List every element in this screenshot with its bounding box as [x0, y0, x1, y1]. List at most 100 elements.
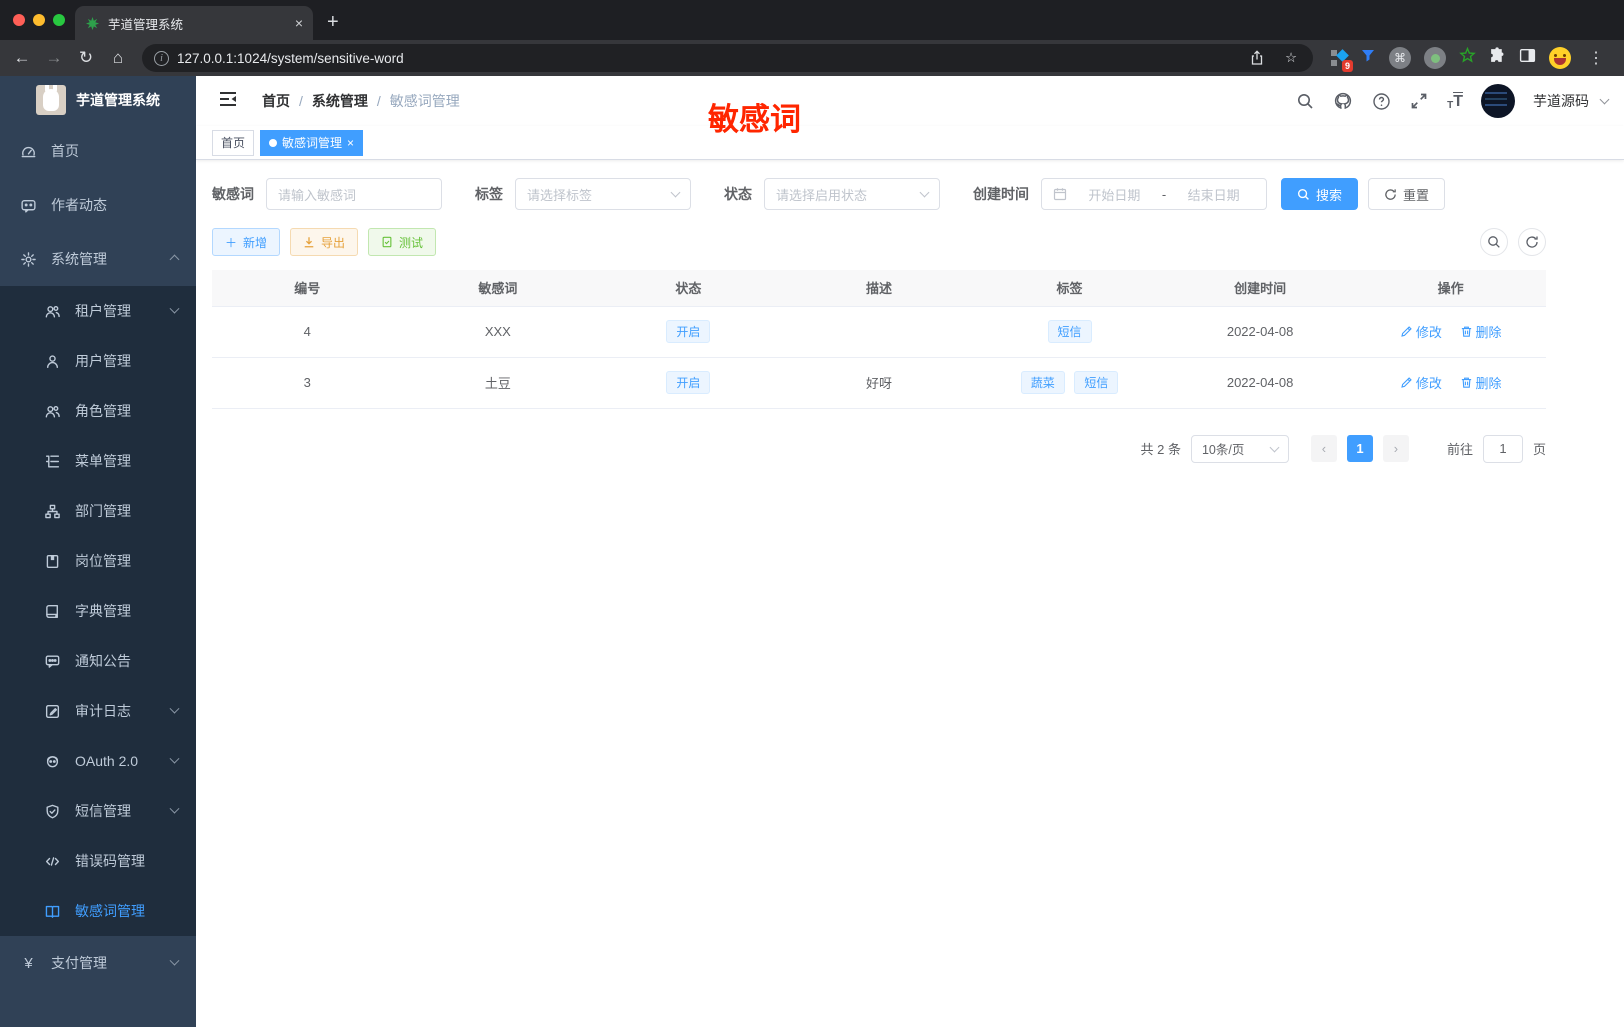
export-button[interactable]: 导出	[290, 228, 359, 256]
fullscreen-icon[interactable]	[1409, 91, 1429, 111]
sidebar-item-home[interactable]: 首页	[0, 124, 196, 178]
command-extension-icon[interactable]: ⌘	[1389, 47, 1411, 69]
status-filter-select[interactable]: 请选择启用状态	[764, 178, 940, 210]
sidebar-item-menu-management[interactable]: 菜单管理	[0, 436, 196, 486]
delete-link[interactable]: 删除	[1460, 373, 1502, 392]
sidebar-item-oauth[interactable]: OAuth 2.0	[0, 736, 196, 786]
column-header-status: 状态	[593, 270, 784, 306]
show-search-toggle-button[interactable]	[1480, 228, 1508, 256]
users-icon	[45, 305, 60, 318]
address-bar[interactable]: i 127.0.0.1:1024/system/sensitive-word ☆	[142, 44, 1313, 72]
column-header-actions: 操作	[1355, 270, 1546, 306]
sidebar-item-post-management[interactable]: 岗位管理	[0, 536, 196, 586]
page-size-select[interactable]: 10条/页	[1190, 434, 1289, 463]
reload-icon[interactable]: ↻	[72, 44, 100, 72]
user-avatar[interactable]	[1481, 84, 1515, 118]
user-icon	[47, 354, 58, 368]
help-icon[interactable]	[1371, 91, 1391, 111]
search-icon[interactable]	[1295, 91, 1315, 111]
search-button[interactable]: 搜索	[1281, 178, 1359, 210]
zoom-window-button[interactable]	[53, 14, 65, 26]
site-info-icon[interactable]: i	[154, 50, 169, 66]
page-content: 敏感词 请输入敏感词 标签 请选择标签 状态 请选择启用状态 创建时间 开始日期…	[196, 160, 1624, 463]
browser-tab[interactable]: 芋道管理系统 ×	[75, 6, 313, 40]
sidebar-item-dept-management[interactable]: 部门管理	[0, 486, 196, 536]
forward-icon[interactable]: →	[40, 44, 68, 72]
share-icon[interactable]	[1247, 48, 1267, 68]
bookmark-star-icon[interactable]: ☆	[1281, 48, 1301, 68]
window-controls[interactable]	[13, 14, 65, 26]
tag-filter-select[interactable]: 请选择标签	[515, 178, 691, 210]
add-button[interactable]: ＋ 新增	[212, 228, 281, 256]
minimize-window-button[interactable]	[33, 14, 45, 26]
profile-avatar-icon[interactable]	[1549, 47, 1571, 69]
sidebar-toggle-icon[interactable]	[212, 86, 244, 117]
user-name[interactable]: 芋道源码	[1533, 91, 1589, 111]
app-logo[interactable]: 芋道管理系统	[0, 76, 196, 124]
sidebar-item-system-management[interactable]: 系统管理	[0, 232, 196, 286]
star-extension-icon[interactable]	[1459, 46, 1476, 69]
side-panel-icon[interactable]	[1519, 47, 1536, 69]
breadcrumb-home[interactable]: 首页	[262, 91, 290, 111]
next-page-button[interactable]: ›	[1382, 435, 1409, 462]
table-row: 4 XXX 开启 短信 2022-04-08 修改 删除	[212, 306, 1546, 358]
search-icon	[1488, 236, 1500, 248]
edit-link[interactable]: 修改	[1400, 373, 1442, 392]
back-icon[interactable]: ←	[8, 44, 36, 72]
tag-filter-label: 标签	[475, 186, 503, 202]
sidebar-item-audit-log[interactable]: 审计日志	[0, 686, 196, 736]
browser-tab-strip: 芋道管理系统 × +	[0, 0, 1624, 40]
sidebar-item-role-management[interactable]: 角色管理	[0, 386, 196, 436]
breadcrumb-system[interactable]: 系统管理	[312, 91, 368, 111]
sidebar-item-sms-management[interactable]: 短信管理	[0, 786, 196, 836]
browser-menu-icon[interactable]: ⋮	[1584, 48, 1608, 68]
goto-page-input[interactable]: 1	[1482, 434, 1523, 463]
breadcrumb-current: 敏感词管理	[389, 93, 460, 109]
delete-link[interactable]: 删除	[1460, 322, 1502, 341]
filter-extension-icon[interactable]	[1360, 48, 1376, 69]
date-range-picker[interactable]: 开始日期 - 结束日期	[1041, 178, 1267, 210]
total-count: 共 2 条	[1140, 442, 1181, 457]
chevron-down-icon	[1269, 442, 1280, 452]
cell-description: 好呀	[783, 357, 975, 409]
tab-manager-extension-icon[interactable]: 9	[1331, 49, 1353, 72]
top-navbar: 首页 / 系统管理 / 敏感词管理 TT 芋道源码	[196, 76, 1624, 126]
sidebar-item-notice[interactable]: 通知公告	[0, 636, 196, 686]
page-1-button[interactable]: 1	[1346, 435, 1373, 462]
sidebar-item-author-news[interactable]: 作者动态	[0, 178, 196, 232]
close-window-button[interactable]	[13, 14, 25, 26]
tag-sensitive-word[interactable]: 敏感词管理 ×	[260, 129, 364, 156]
test-button[interactable]: 测试	[368, 228, 437, 256]
github-icon[interactable]	[1333, 91, 1353, 111]
status-filter-label: 状态	[724, 186, 752, 202]
chevron-down-icon	[919, 187, 930, 198]
sidebar-item-error-code[interactable]: 错误码管理	[0, 836, 196, 886]
sidebar-item-pay-management[interactable]: ¥ 支付管理	[0, 936, 196, 990]
document-check-icon	[382, 236, 392, 248]
audit-log-icon	[45, 704, 60, 718]
prev-page-button[interactable]: ‹	[1310, 435, 1337, 462]
extensions-puzzle-icon[interactable]	[1489, 47, 1506, 69]
sidebar-item-dict-management[interactable]: 字典管理	[0, 586, 196, 636]
roles-icon	[45, 405, 60, 418]
recorder-extension-icon[interactable]	[1424, 47, 1446, 69]
edit-link[interactable]: 修改	[1400, 322, 1442, 341]
yen-icon: ¥	[24, 954, 33, 972]
tab-close-icon[interactable]: ×	[295, 15, 303, 31]
new-tab-button[interactable]: +	[327, 11, 339, 34]
chevron-down-icon[interactable]	[1599, 94, 1610, 105]
chat-robot-icon	[21, 199, 36, 213]
refresh-table-button[interactable]	[1518, 228, 1546, 256]
cell-word: XXX	[402, 306, 594, 358]
cell-id: 3	[212, 357, 403, 409]
word-filter-input[interactable]: 请输入敏感词	[266, 178, 442, 210]
sidebar-item-sensitive-word[interactable]: 敏感词管理	[0, 886, 196, 936]
reset-button[interactable]: 重置	[1368, 178, 1446, 210]
tag-home[interactable]: 首页	[212, 129, 255, 156]
chevron-down-icon	[169, 955, 180, 966]
tag-close-icon[interactable]: ×	[347, 136, 354, 150]
sidebar-item-user-management[interactable]: 用户管理	[0, 336, 196, 386]
sidebar-item-tenant-management[interactable]: 租户管理	[0, 286, 196, 336]
font-size-icon[interactable]: TT	[1447, 91, 1463, 111]
home-icon[interactable]: ⌂	[104, 44, 132, 72]
